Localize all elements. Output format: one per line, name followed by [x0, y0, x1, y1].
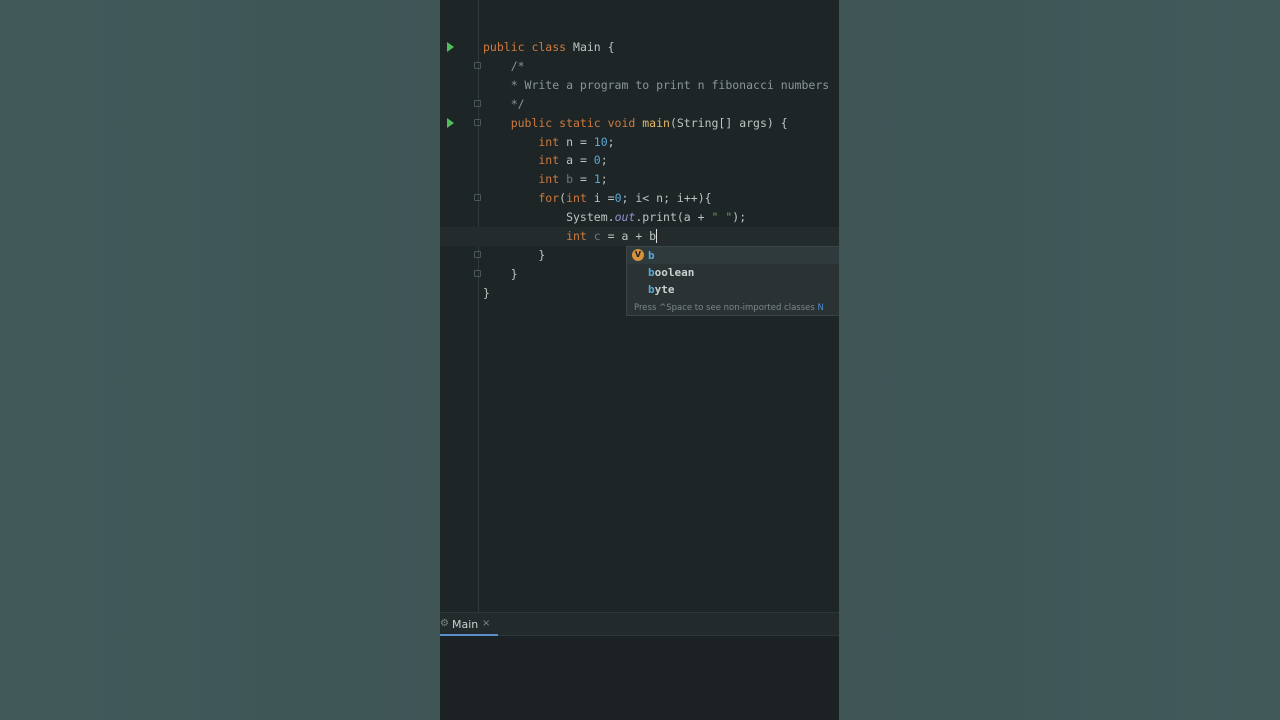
code-token: = a + b — [600, 229, 657, 243]
code-line[interactable]: int n = 10; — [440, 133, 839, 152]
code-token: int — [483, 153, 567, 168]
code-token: System. — [483, 210, 615, 225]
code-token: int — [483, 134, 567, 149]
code-text: } — [483, 246, 545, 265]
completion-popup[interactable]: Press ^Space to see non-imported classes… — [626, 246, 839, 316]
code-token: * Write a program to print n fibonacci n… — [483, 77, 830, 92]
code-token: a = — [566, 153, 594, 168]
code-token: } — [483, 285, 490, 300]
code-text: public static void main(String[] args) { — [483, 114, 788, 133]
code-line[interactable]: public class Main { — [440, 38, 839, 57]
code-token: ); — [732, 210, 747, 225]
code-text: int n = 10; — [483, 133, 615, 152]
code-token: ; i< n; i++){ — [621, 191, 712, 206]
completion-hint: Press ^Space to see non-imported classes… — [634, 303, 824, 313]
code-text: public class Main { — [483, 38, 615, 57]
code-text: int a = 0; — [483, 151, 608, 170]
code-token: public class — [483, 40, 574, 54]
code-token: int — [483, 172, 567, 187]
fold-marker-icon[interactable] — [474, 118, 481, 126]
ide-window: public class Main { /* * Write a program… — [440, 0, 839, 720]
code-token: ; — [600, 172, 608, 187]
run-gutter-icon[interactable] — [447, 117, 454, 128]
code-text: } — [483, 265, 518, 284]
code-token: = — [573, 172, 594, 187]
code-token: } — [483, 266, 518, 281]
run-tab-label: Main — [452, 618, 479, 631]
close-icon[interactable]: × — [482, 618, 490, 629]
completion-hint-link[interactable]: N — [818, 303, 824, 313]
code-line[interactable]: /* — [440, 57, 839, 76]
completion-item-label: boolean — [648, 264, 694, 281]
completion-item[interactable]: boolean — [627, 264, 839, 281]
run-config-icon: ⚙ — [440, 618, 449, 629]
code-token: public static void — [483, 115, 643, 130]
code-token: 0 — [614, 191, 622, 206]
code-line[interactable]: */ — [440, 95, 839, 114]
completion-match: b — [648, 266, 655, 279]
code-token: ; — [607, 134, 615, 149]
code-token: */ — [483, 96, 525, 111]
code-token: int — [483, 229, 594, 243]
code-text: */ — [483, 95, 525, 114]
code-text: int c = a + b — [483, 227, 658, 246]
run-console[interactable] — [440, 636, 839, 720]
run-tab-main[interactable]: ⚙ Main × — [440, 613, 498, 636]
completion-match: b — [648, 283, 655, 296]
code-token: ; — [600, 153, 608, 168]
code-text: } — [483, 284, 490, 303]
completion-rest: yte — [654, 283, 675, 296]
code-token: Main { — [573, 40, 615, 54]
code-line[interactable]: System.out.print(a + " "); — [440, 208, 839, 227]
code-token: 10 — [593, 134, 608, 149]
code-token: /* — [483, 58, 525, 73]
variable-icon: V — [632, 249, 644, 261]
code-token: i = — [593, 191, 615, 206]
code-token: " " — [711, 210, 733, 225]
fold-marker-icon[interactable] — [474, 250, 481, 258]
run-tool-window-header: ⚙ Main × — [440, 612, 839, 636]
code-text: * Write a program to print n fibonacci n… — [483, 76, 830, 95]
completion-item-label: byte — [648, 281, 675, 298]
code-token: out — [614, 210, 636, 225]
code-token: for — [483, 191, 560, 206]
fold-marker-icon[interactable] — [474, 61, 481, 69]
code-line[interactable]: * Write a program to print n fibonacci n… — [440, 76, 839, 95]
background-right — [839, 0, 1280, 720]
code-token: n = — [566, 134, 594, 149]
code-line[interactable]: int a = 0; — [440, 151, 839, 170]
code-token: c — [593, 229, 601, 243]
code-token: b — [566, 172, 574, 187]
run-gutter-icon[interactable] — [447, 42, 454, 52]
code-text: System.out.print(a + " "); — [483, 208, 746, 227]
code-token: int — [566, 191, 594, 206]
completion-item[interactable]: Vb — [627, 247, 839, 264]
code-text: /* — [483, 57, 525, 76]
fold-marker-icon[interactable] — [474, 99, 481, 107]
completion-item[interactable]: byte — [627, 281, 839, 298]
code-token: } — [483, 247, 546, 262]
completion-match: b — [648, 249, 655, 262]
background-left — [0, 0, 440, 720]
code-token: 0 — [593, 153, 601, 168]
code-token: (String[] args) { — [669, 115, 788, 130]
code-line[interactable]: public static void main(String[] args) { — [440, 114, 839, 133]
code-token: main — [642, 115, 670, 130]
code-token: 1 — [593, 172, 601, 187]
code-line[interactable]: int b = 1; — [440, 170, 839, 189]
fold-marker-icon[interactable] — [474, 194, 481, 202]
code-token: .print(a + — [635, 210, 712, 225]
completion-item-label: b — [648, 247, 655, 264]
code-text: int b = 1; — [483, 170, 608, 189]
code-text: for(int i =0; i< n; i++){ — [483, 189, 712, 208]
code-line[interactable]: for(int i =0; i< n; i++){ — [440, 189, 839, 208]
fold-marker-icon[interactable] — [474, 269, 481, 277]
text-caret — [656, 229, 658, 243]
completion-rest: oolean — [654, 266, 695, 279]
code-line[interactable]: int c = a + b — [440, 227, 839, 246]
